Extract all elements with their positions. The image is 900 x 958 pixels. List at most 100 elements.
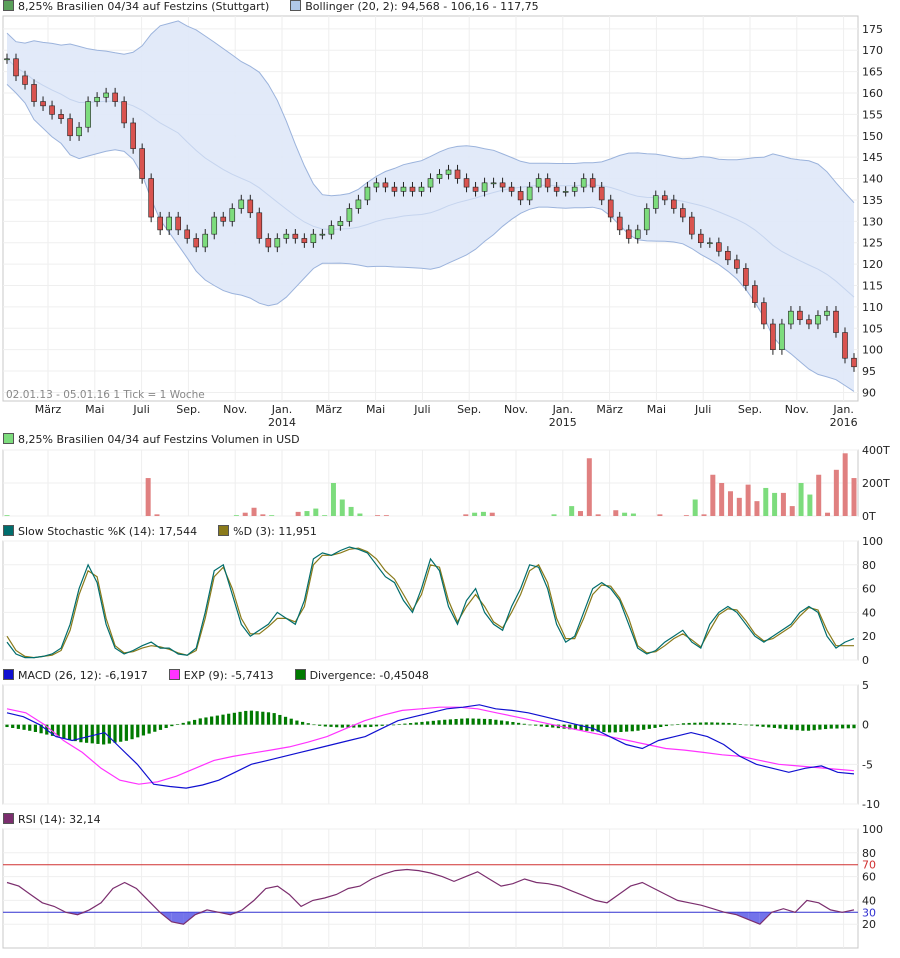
volume-bar <box>154 514 160 516</box>
divergence-bar <box>693 722 697 725</box>
volume-bar <box>383 515 389 516</box>
x-axis-month-label: Sep. <box>738 403 762 416</box>
volume-bar <box>251 507 257 516</box>
divergence-bar <box>511 721 515 725</box>
volume-bar <box>727 491 733 516</box>
candle-body <box>202 233 209 248</box>
divergence-bar <box>232 712 236 725</box>
volume-bar <box>489 512 495 516</box>
volume-bar <box>763 487 769 516</box>
divergence-bar <box>823 724 828 730</box>
price-axis-tick-label: 100 <box>862 344 883 357</box>
divergence-bar <box>340 724 344 728</box>
volume-bar <box>269 515 275 516</box>
divergence-bar <box>278 714 282 725</box>
x-axis-month-label: Sep. <box>176 403 200 416</box>
volume-bar <box>816 474 822 516</box>
candle-body <box>391 186 398 192</box>
exp-swatch <box>168 669 180 680</box>
price-axis-tick-label: 160 <box>862 87 883 100</box>
candle-body <box>607 199 614 218</box>
volume-bar <box>842 453 848 516</box>
x-axis-month-label: Mai <box>647 403 666 416</box>
price-axis-tick-label: 130 <box>862 215 883 228</box>
volume-bar <box>825 512 831 516</box>
divergence-bar <box>283 716 288 725</box>
divergence-bar <box>113 724 117 743</box>
divergence-bar <box>733 723 737 725</box>
divergence-bar <box>437 720 441 725</box>
divergence-swatch <box>294 669 306 680</box>
divergence-bar <box>687 722 691 725</box>
divergence-bar <box>119 724 123 742</box>
rsi-panel-frame <box>2 828 859 949</box>
candle-body <box>625 229 632 239</box>
divergence-bar <box>704 722 708 725</box>
candle-body <box>49 105 55 115</box>
candle-body <box>788 310 794 325</box>
candle-body <box>634 229 641 239</box>
volume-bar <box>145 478 151 516</box>
candle-body <box>229 208 236 222</box>
candle-body <box>112 92 118 102</box>
divergence-bar <box>488 719 492 725</box>
candle-body <box>184 229 191 239</box>
divergence-bar <box>33 724 38 732</box>
divergence-bar <box>806 724 811 731</box>
candle-body <box>454 169 461 179</box>
divergence-bar <box>84 724 89 743</box>
divergence-bar <box>420 721 424 725</box>
candle-body <box>752 285 758 303</box>
macd-panel-frame <box>2 684 859 805</box>
volume-bar <box>233 515 239 516</box>
volume-bar <box>569 506 575 516</box>
candle-body <box>193 238 200 248</box>
divergence-bar <box>505 721 509 725</box>
candle-body <box>842 332 848 359</box>
macd-legend-label: MACD (26, 12): -6,1917 <box>18 669 148 682</box>
divergence-bar <box>664 724 669 727</box>
macd-axis-tick-label: -10 <box>862 798 880 811</box>
candle-body <box>364 186 371 201</box>
divergence-bar <box>750 724 754 726</box>
divergence-bar <box>539 724 543 727</box>
candle-body <box>436 173 443 179</box>
divergence-bar <box>778 724 782 729</box>
divergence-bar <box>534 724 538 726</box>
divergence-bar <box>761 724 765 727</box>
price-axis-tick-label: 95 <box>862 365 876 378</box>
candle-body <box>4 58 10 61</box>
volume-bar <box>613 510 619 516</box>
volume-bar <box>348 506 354 516</box>
stoch-k-legend-label: Slow Stochastic %K (14): 17,544 <box>18 525 198 538</box>
x-axis-month-label: Sep. <box>457 403 481 416</box>
divergence-bar <box>517 722 521 725</box>
rsi-30-line-label: 30 <box>862 906 876 919</box>
macd-swatch <box>3 669 14 680</box>
bollinger-legend-label: Bollinger (20, 2): 94,568 - 106,16 - 117… <box>305 0 539 13</box>
divergence-bar <box>642 724 646 730</box>
divergence-bar <box>409 723 413 725</box>
divergence-bar <box>215 715 219 725</box>
divergence-bar <box>431 720 435 725</box>
x-axis-month-label: Nov. <box>223 403 247 416</box>
divergence-bar <box>397 724 401 725</box>
volume-bar <box>339 499 345 516</box>
candle-body <box>337 221 344 226</box>
divergence-bar <box>482 718 487 725</box>
x-axis-month-label: Mai <box>85 403 104 416</box>
candle-body <box>157 216 163 231</box>
divergence-bar <box>545 724 549 728</box>
candle-body <box>652 195 659 209</box>
divergence-bar <box>147 724 151 734</box>
candle-body <box>274 238 281 248</box>
candle-body <box>76 126 82 137</box>
candle-body <box>815 315 821 325</box>
candle-body <box>256 212 263 239</box>
volume-bar <box>657 514 663 516</box>
x-axis-month-label: Juli <box>132 403 149 416</box>
divergence-bar <box>312 724 316 726</box>
stoch-d-swatch <box>218 525 230 536</box>
candle-body <box>22 75 28 85</box>
rsi-axis-tick-label: 100 <box>862 823 883 836</box>
